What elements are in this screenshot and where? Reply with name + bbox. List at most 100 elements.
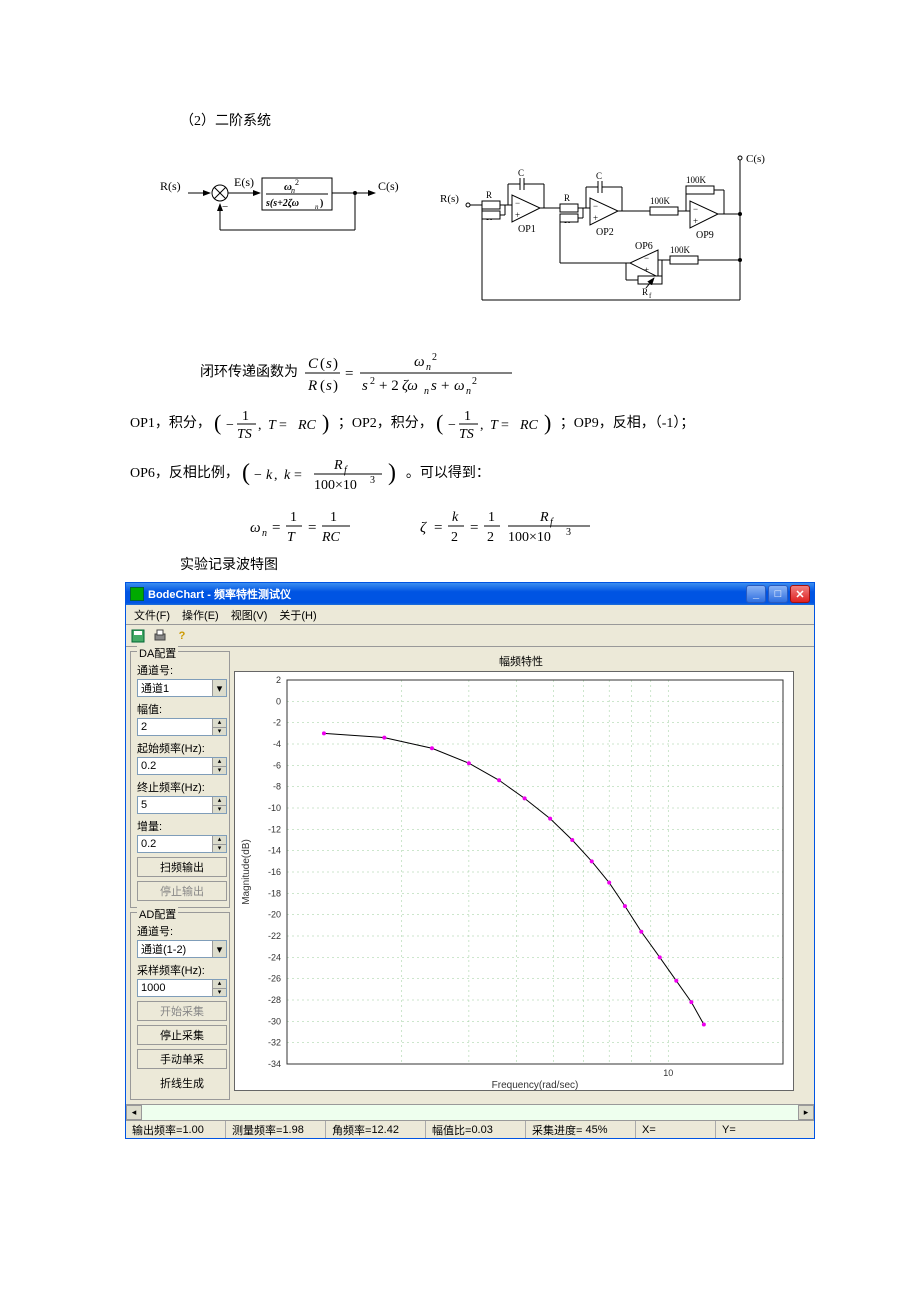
- svg-text:+ 2: + 2: [379, 378, 399, 394]
- help-icon[interactable]: ?: [174, 628, 190, 644]
- menubar: 文件(F) 操作(E) 视图(V) 关于(H): [126, 605, 814, 625]
- magnitude-plot: 20-2-4-6-8-10-12-14-16-18-20-22-24-26-28…: [234, 671, 794, 1091]
- svg-text:): ): [544, 410, 551, 435]
- menu-about[interactable]: 关于(H): [275, 607, 320, 623]
- svg-text:OP2: OP2: [596, 227, 614, 238]
- maximize-button[interactable]: □: [768, 585, 788, 603]
- manual-sample-button[interactable]: 手动单采: [137, 1049, 227, 1069]
- svg-text:−: −: [226, 418, 234, 433]
- menu-view[interactable]: 视图(V): [227, 607, 272, 623]
- channel-label: 通道号:: [137, 662, 223, 678]
- svg-text:+: +: [593, 213, 598, 223]
- result-formulas: ωn = 1 T = 1 RC ζ = k 2 = 1 2 Rf 100×103: [130, 504, 790, 550]
- svg-text:+: +: [515, 210, 520, 220]
- svg-text:TS: TS: [459, 427, 474, 442]
- svg-text:100×10: 100×10: [508, 530, 551, 545]
- svg-text:n: n: [315, 203, 319, 211]
- svg-text:−: −: [448, 418, 456, 433]
- chevron-down-icon[interactable]: ▾: [212, 941, 226, 957]
- svg-text:OP1: OP1: [518, 224, 536, 235]
- svg-text:2: 2: [276, 675, 281, 685]
- svg-text:-26: -26: [268, 974, 281, 984]
- svg-text:=: =: [308, 520, 316, 536]
- inc-label: 增量:: [137, 818, 223, 834]
- save-icon[interactable]: [130, 628, 146, 644]
- svg-text:TS: TS: [237, 427, 252, 442]
- svg-text:R: R: [564, 193, 570, 203]
- ad-config-legend: AD配置: [137, 906, 178, 922]
- stop-output-button[interactable]: 停止输出: [137, 881, 227, 901]
- window-title: BodeChart - 频率特性测试仪: [148, 586, 291, 602]
- sweep-output-button[interactable]: 扫频输出: [137, 857, 227, 877]
- svg-text:k: k: [284, 468, 291, 483]
- svg-text:RC: RC: [297, 418, 317, 433]
- svg-text:): ): [333, 356, 338, 372]
- svg-text:=: =: [279, 418, 287, 433]
- svg-text:(: (: [242, 460, 250, 486]
- amplitude-spin[interactable]: 2▴▾: [137, 718, 227, 736]
- svg-text:C: C: [308, 356, 319, 372]
- svg-text:−: −: [644, 253, 649, 263]
- svg-text:3: 3: [566, 527, 571, 538]
- horizontal-scrollbar[interactable]: ◂ ▸: [126, 1104, 814, 1120]
- svg-text:-14: -14: [268, 846, 281, 856]
- fs-label: 采样频率(Hz):: [137, 962, 223, 978]
- svg-text:): ): [320, 198, 323, 209]
- svg-text:(: (: [436, 410, 443, 435]
- svg-text:-10: -10: [268, 803, 281, 813]
- svg-text:-32: -32: [268, 1038, 281, 1048]
- svg-text:2: 2: [295, 178, 299, 187]
- da-config-legend: DA配置: [137, 645, 178, 661]
- svg-text:): ): [322, 410, 329, 435]
- svg-text:OP9: OP9: [696, 230, 714, 241]
- closed-loop-formula: 闭环传递函数为 C(s) R(s) = ωn2 s2 + 2ζωns +ωn2: [200, 350, 790, 396]
- statusbar: 输出频率=1.00 测量频率=1.98 角频率=12.42 幅值比=0.03 采…: [126, 1120, 814, 1138]
- svg-text:2: 2: [472, 376, 477, 387]
- svg-text:-20: -20: [268, 910, 281, 920]
- svg-text:f: f: [649, 292, 652, 300]
- chevron-down-icon[interactable]: ▾: [212, 680, 226, 696]
- svg-text:=: =: [434, 520, 442, 536]
- status-ang-freq: 角频率=12.42: [326, 1121, 426, 1138]
- section-title: （2）二阶系统: [180, 110, 790, 130]
- svg-text:T: T: [490, 418, 499, 433]
- channel-combo[interactable]: 通道1▾: [137, 679, 227, 697]
- polyline-button[interactable]: 折线生成: [137, 1073, 227, 1093]
- svg-text:Frequency(rad/sec): Frequency(rad/sec): [492, 1080, 579, 1091]
- svg-text:1: 1: [464, 409, 471, 424]
- scroll-right-icon[interactable]: ▸: [798, 1105, 814, 1120]
- minimize-button[interactable]: _: [746, 585, 766, 603]
- svg-text:,: ,: [274, 468, 278, 483]
- fstart-spin[interactable]: 0.2▴▾: [137, 757, 227, 775]
- fstop-spin[interactable]: 5▴▾: [137, 796, 227, 814]
- scroll-left-icon[interactable]: ◂: [126, 1105, 142, 1120]
- close-button[interactable]: ✕: [790, 585, 810, 603]
- svg-text:s: s: [326, 356, 332, 372]
- start-sample-button[interactable]: 开始采集: [137, 1001, 227, 1021]
- inc-spin[interactable]: 0.2▴▾: [137, 835, 227, 853]
- bodechart-window: BodeChart - 频率特性测试仪 _ □ ✕ 文件(F) 操作(E) 视图…: [125, 582, 815, 1139]
- titlebar[interactable]: BodeChart - 频率特性测试仪 _ □ ✕: [126, 583, 814, 605]
- stop-sample-button[interactable]: 停止采集: [137, 1025, 227, 1045]
- svg-text:): ): [388, 460, 396, 486]
- fs-spin[interactable]: 1000▴▾: [137, 979, 227, 997]
- svg-text:100×10: 100×10: [314, 478, 357, 493]
- print-icon[interactable]: [152, 628, 168, 644]
- svg-text:C: C: [518, 168, 524, 178]
- menu-file[interactable]: 文件(F): [130, 607, 174, 623]
- svg-text:n: n: [466, 386, 471, 396]
- svg-text:OP6: OP6: [635, 241, 653, 252]
- es-label: E(s): [234, 175, 254, 189]
- chart-area: 幅频特性 20-2-4-6-8-10-12-14-16-18-20-22-24-…: [234, 647, 814, 1104]
- svg-text:=: =: [294, 468, 302, 483]
- svg-text:(: (: [214, 410, 221, 435]
- svg-text:−: −: [222, 201, 228, 213]
- menu-operate[interactable]: 操作(E): [178, 607, 223, 623]
- svg-text:=: =: [470, 520, 478, 536]
- svg-text:=: =: [501, 418, 509, 433]
- svg-text:n: n: [426, 362, 431, 373]
- ad-channel-label: 通道号:: [137, 923, 223, 939]
- status-out-freq: 输出频率=1.00: [126, 1121, 226, 1138]
- ad-channel-combo[interactable]: 通道(1-2)▾: [137, 940, 227, 958]
- svg-text:): ): [333, 378, 338, 394]
